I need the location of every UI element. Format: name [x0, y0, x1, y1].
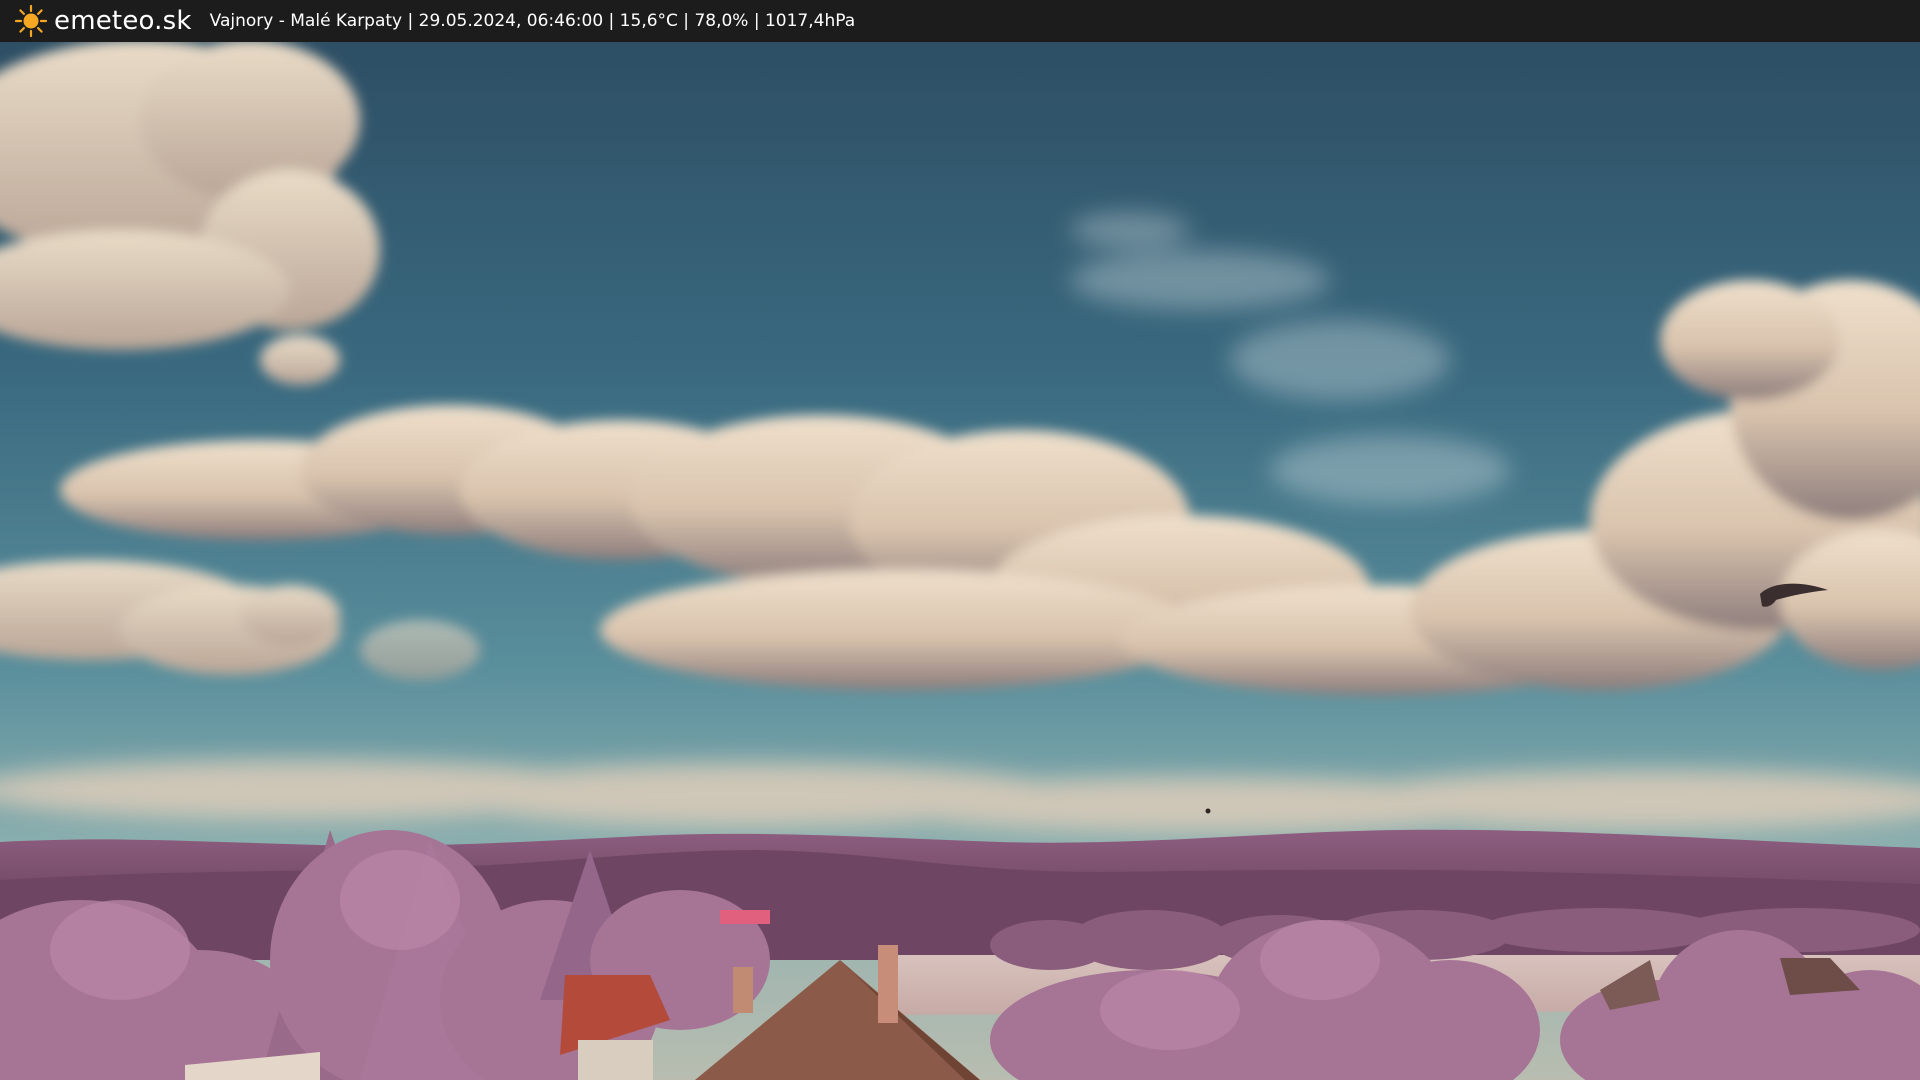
header-bar: emeteo.sk Vajnory - Malé Karpaty | 29.05…	[0, 0, 1920, 42]
station-info: Vajnory - Malé Karpaty | 29.05.2024, 06:…	[209, 11, 856, 31]
sun-icon	[14, 4, 48, 38]
webcam-frame: emeteo.sk Vajnory - Malé Karpaty | 29.05…	[0, 0, 1920, 1080]
logo[interactable]: emeteo.sk	[14, 0, 192, 42]
webcam-image	[0, 0, 1920, 1080]
logo-text: emeteo.sk	[54, 6, 192, 36]
